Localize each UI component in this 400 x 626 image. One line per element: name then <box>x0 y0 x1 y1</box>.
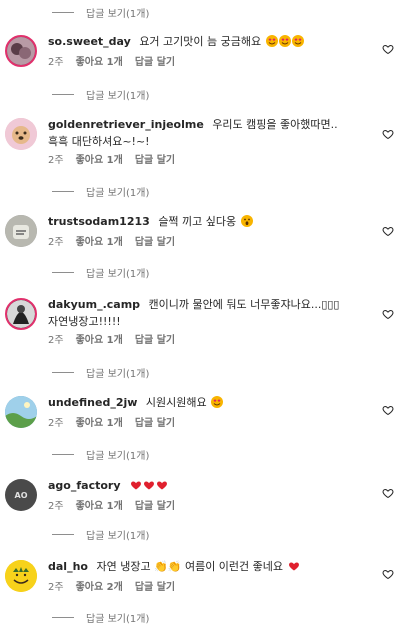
comment-username[interactable]: goldenretriever_injeolme <box>48 118 204 131</box>
reply-button[interactable]: 답글 달기 <box>135 332 175 349</box>
comment-time: 2주 <box>48 582 64 593</box>
like-heart-icon[interactable] <box>382 308 394 320</box>
avatar[interactable] <box>5 560 37 592</box>
red-heart-icon <box>130 479 142 491</box>
avatar-initials: AO <box>14 490 28 500</box>
red-heart-icon <box>143 479 155 491</box>
reply-divider-line <box>52 453 74 455</box>
likes-count[interactable]: 좋아요 1개 <box>76 332 123 349</box>
view-replies-label: 답글 보기(1개) <box>86 368 150 380</box>
view-replies-label: 답글 보기(1개) <box>86 530 150 542</box>
likes-count[interactable]: 좋아요 1개 <box>76 152 123 169</box>
view-replies-label: 답글 보기(1개) <box>86 450 150 462</box>
comment-username[interactable]: undefined_2jw <box>48 396 137 409</box>
likes-count[interactable]: 좋아요 1개 <box>76 234 123 251</box>
view-replies-button[interactable]: 답글 보기(1개) <box>52 3 149 21</box>
view-replies-button[interactable]: 답글 보기(1개) <box>52 525 149 543</box>
comment-username[interactable]: dal_ho <box>48 560 88 573</box>
reply-divider-line <box>52 371 74 373</box>
likes-count[interactable]: 좋아요 1개 <box>76 415 123 432</box>
like-heart-icon[interactable] <box>382 128 394 140</box>
comment-time: 2주 <box>48 155 64 166</box>
likes-count[interactable]: 좋아요 1개 <box>76 498 123 515</box>
reply-button[interactable]: 답글 달기 <box>135 415 175 432</box>
heart-eyes-icon <box>291 35 304 47</box>
avatar[interactable] <box>5 298 37 330</box>
reply-divider-line <box>52 533 74 535</box>
likes-count[interactable]: 좋아요 1개 <box>76 54 123 71</box>
red-heart-icon <box>156 479 168 491</box>
like-heart-icon[interactable] <box>382 404 394 416</box>
view-replies-button[interactable]: 답글 보기(1개) <box>52 182 149 200</box>
view-replies-button[interactable]: 답글 보기(1개) <box>52 85 149 103</box>
reply-button[interactable]: 답글 달기 <box>135 54 175 71</box>
red-heart-icon <box>288 560 300 572</box>
view-replies-label: 답글 보기(1개) <box>86 8 150 20</box>
view-replies-label: 답글 보기(1개) <box>86 90 150 102</box>
comment-time: 2주 <box>48 501 64 512</box>
reply-divider-line <box>52 271 74 273</box>
reply-button[interactable]: 답글 달기 <box>135 152 175 169</box>
reply-divider-line <box>52 190 74 192</box>
reply-divider-line <box>52 11 74 13</box>
like-heart-icon[interactable] <box>382 487 394 499</box>
reply-button[interactable]: 답글 달기 <box>135 579 175 596</box>
comment-text: 시원시원해요 <box>145 396 207 409</box>
avatar[interactable] <box>5 35 37 67</box>
avatar[interactable]: AO <box>5 479 37 511</box>
comment-username[interactable]: ago_factory <box>48 479 121 492</box>
like-heart-icon[interactable] <box>382 43 394 55</box>
view-replies-label: 답글 보기(1개) <box>86 613 150 625</box>
view-replies-label: 답글 보기(1개) <box>86 187 150 199</box>
view-replies-button[interactable]: 답글 보기(1개) <box>52 445 149 463</box>
comment-time: 2주 <box>48 418 64 429</box>
comment-time: 2주 <box>48 237 64 248</box>
view-replies-button[interactable]: 답글 보기(1개) <box>52 608 149 626</box>
view-replies-button[interactable]: 답글 보기(1개) <box>52 363 149 381</box>
reply-button[interactable]: 답글 달기 <box>135 498 175 515</box>
surprised-face-icon <box>240 215 253 227</box>
comment-text: 자연 냉장고 👏👏 여름이 이런건 좋네요 <box>96 560 284 573</box>
avatar[interactable] <box>5 396 37 428</box>
comment-text: 요거 고기맛이 늠 궁금해요 <box>139 35 262 48</box>
heart-eyes-icon <box>278 35 291 47</box>
likes-count[interactable]: 좋아요 2개 <box>76 579 123 596</box>
reply-button[interactable]: 답글 달기 <box>135 234 175 251</box>
like-heart-icon[interactable] <box>382 568 394 580</box>
comment-username[interactable]: trustsodam1213 <box>48 215 150 228</box>
view-replies-label: 답글 보기(1개) <box>86 268 150 280</box>
heart-eyes-icon <box>211 396 224 408</box>
comment-time: 2주 <box>48 335 64 346</box>
reply-divider-line <box>52 93 74 95</box>
avatar[interactable] <box>5 118 37 150</box>
view-replies-button[interactable]: 답글 보기(1개) <box>52 263 149 281</box>
heart-eyes-icon <box>265 35 278 47</box>
comment-time: 2주 <box>48 57 64 68</box>
comment-username[interactable]: so.sweet_day <box>48 35 131 48</box>
comment-username[interactable]: dakyum_.camp <box>48 298 140 311</box>
comment-text: 슬쩍 끼고 싶다옹 <box>158 215 237 228</box>
avatar[interactable] <box>5 215 37 247</box>
like-heart-icon[interactable] <box>382 225 394 237</box>
